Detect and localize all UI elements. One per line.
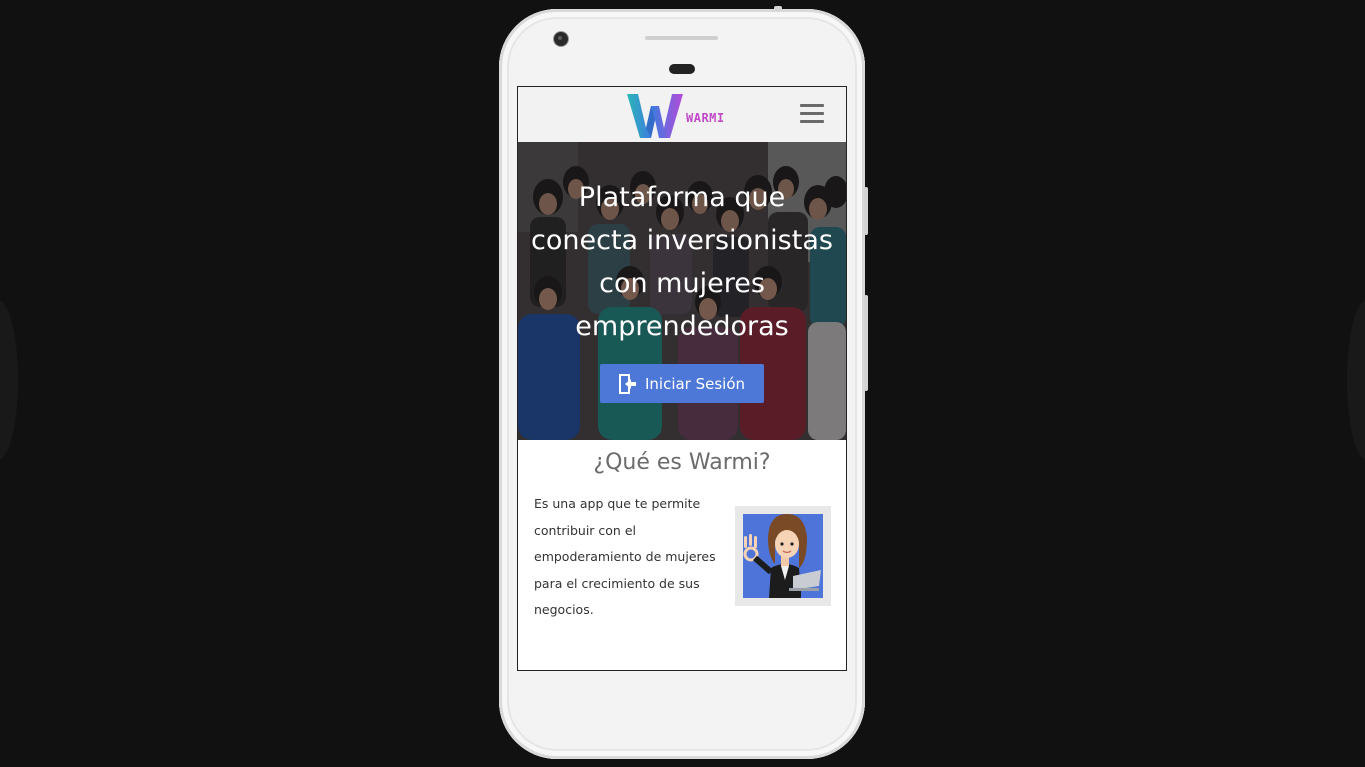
sign-in-icon: [618, 373, 636, 394]
phone-speaker: [645, 36, 718, 40]
brand-name: WARMI: [686, 111, 725, 125]
businesswoman-illustration: [735, 506, 831, 606]
phone-power-button: [864, 295, 868, 391]
phone-volume-button: [864, 187, 868, 235]
about-description: Es una app que te permite contribuir con…: [534, 496, 716, 617]
front-camera-icon: [554, 32, 568, 46]
hero-title: Plataforma que conecta inversionistas co…: [531, 182, 833, 342]
top-navbar: WARMI: [518, 87, 846, 142]
phone-top-button: [774, 6, 782, 11]
hamburger-icon[interactable]: [800, 104, 824, 124]
hero-banner: Plataforma que conecta inversionistas co…: [518, 142, 846, 440]
background-edge-right: [1347, 300, 1365, 460]
phone-sensor: [669, 64, 695, 74]
login-button-label: Iniciar Sesión: [644, 374, 746, 393]
login-button[interactable]: Iniciar Sesión: [600, 364, 764, 403]
background-edge-left: [0, 300, 18, 460]
about-section-title: ¿Qué es Warmi?: [593, 450, 771, 475]
phone-screen: WARMI Plataforma que conecta inversionis…: [517, 86, 847, 671]
